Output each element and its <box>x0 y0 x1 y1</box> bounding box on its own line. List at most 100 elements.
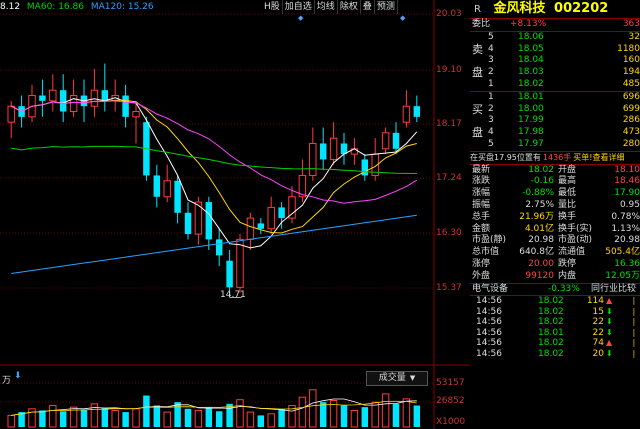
price-tick: 19.10 <box>436 65 462 75</box>
price-tick: 16.30 <box>436 228 462 238</box>
stat-label: 市盈(静) <box>472 235 507 246</box>
tick-volume: 22 <box>592 327 604 338</box>
stat-value: 640.8亿 <box>519 247 554 258</box>
candle-up <box>69 95 78 113</box>
candle-down <box>215 239 223 256</box>
toolbar-overlay[interactable]: 叠 <box>361 0 375 14</box>
buy-side-label: 买 <box>472 102 483 116</box>
candle-down <box>257 223 265 229</box>
level-volume: 280 <box>622 138 640 149</box>
toolbar-hshare[interactable]: H股 <box>262 0 283 14</box>
kline-chart[interactable] <box>0 0 470 429</box>
candle-down <box>122 95 129 117</box>
stat-value: 0.78% <box>611 211 640 222</box>
r-mark: R <box>474 4 481 15</box>
stat-value: 20.98 <box>528 235 554 246</box>
sector-name[interactable]: 电气设备 <box>472 284 508 296</box>
candle-down <box>413 106 421 117</box>
level-price: 18.04 <box>518 55 544 66</box>
level-price: 18.05 <box>518 43 544 54</box>
stat-value: 20.98 <box>614 235 640 246</box>
notice-mid: 1436手 <box>542 152 572 162</box>
level-volume: 485 <box>622 78 640 89</box>
level-index: 1 <box>488 78 494 89</box>
volume-bar-up <box>7 414 15 428</box>
volume-bar-down <box>413 405 421 427</box>
sell-level: 3 18.04 160 <box>470 55 640 67</box>
volume-bar-up <box>371 401 379 428</box>
volume-indicator-tab[interactable]: 成交量 ▼ <box>366 371 428 386</box>
toolbar-add-favorite[interactable]: 加自选 <box>283 0 315 14</box>
stat-value: 2.75% <box>525 199 554 210</box>
arrow-down-icon: ⬇ <box>606 317 613 327</box>
stat-label: 外盘 <box>472 270 491 281</box>
volume-bar-up <box>350 409 359 428</box>
tick-flag: ∣ <box>632 327 636 337</box>
candle-up <box>246 217 255 240</box>
price-tick: 17.24 <box>436 173 462 183</box>
tick-volume: 22 <box>592 317 604 328</box>
candle-down <box>174 180 181 213</box>
buy-level: 3 17.99 286 <box>470 115 640 127</box>
level-index: 3 <box>488 55 494 66</box>
volume-bar-down <box>174 402 181 427</box>
toolbar-exright[interactable]: 除权 <box>338 0 361 14</box>
candle-up <box>329 137 338 160</box>
volume-bar-down <box>143 395 150 427</box>
price-tick: 18.17 <box>436 119 462 129</box>
stat-value: 20.00 <box>528 258 554 269</box>
buy-level: 1 18.01 696 <box>470 92 640 104</box>
volume-bar-up <box>49 404 57 428</box>
stat-value: 18.02 <box>528 164 554 175</box>
arrow-up-icon: ▲ <box>606 296 613 306</box>
volume-bar-down <box>257 415 265 427</box>
peer-compare-link[interactable]: 同行业比较 <box>591 284 636 296</box>
buy-side-label: 盘 <box>472 126 483 140</box>
stat-value: 21.96万 <box>519 211 554 222</box>
candle-down <box>153 175 161 197</box>
candle-down <box>101 90 109 101</box>
volume-bar-down <box>319 402 327 427</box>
level-index: 5 <box>488 31 494 42</box>
volume-unit: 万 <box>2 376 12 386</box>
stock-name: 金风科技 <box>493 1 546 16</box>
chart-toolbar: H股 加自选 均线 除权 叠 预测 <box>262 0 398 14</box>
big-order-notice[interactable]: 在买盘17.95位置有 1436手 买单!查看详细 <box>470 150 640 164</box>
toolbar-forecast[interactable]: 预测 <box>375 0 398 14</box>
volume-bar-up <box>309 389 317 428</box>
low-price-label: 14.71 <box>220 290 246 300</box>
stat-label: 换手 <box>558 211 577 222</box>
notice-right: 买单!查看详细 <box>573 152 625 162</box>
chevron-down-icon[interactable]: ◆ <box>298 14 303 22</box>
volume-tick: 26852 <box>436 396 465 406</box>
stat-value: 0.95 <box>619 199 640 210</box>
stat-value: 4.01亿 <box>524 223 554 234</box>
tick-price: 18.02 <box>538 296 564 307</box>
sell-book: 5 18.06 32 卖 4 18.05 1180 3 18.04 160 盘 2 18.03 194 1 1… <box>470 30 640 91</box>
tick-time: 14:56 <box>476 317 502 328</box>
tick-volume: 74 <box>592 338 604 349</box>
chevron-down-icon[interactable]: ◆ <box>400 14 405 22</box>
ma60-label: MA60: 16.86 <box>26 2 84 12</box>
volume-bar-down <box>184 408 192 427</box>
stat-label: 最高 <box>558 176 577 187</box>
tick-flag: ∣ <box>632 317 636 327</box>
stat-label: 总手 <box>472 211 491 222</box>
stat-label: 涨停 <box>472 258 491 269</box>
tick-price: 18.01 <box>538 327 564 338</box>
candle-up <box>236 238 244 288</box>
tick-time: 14:56 <box>476 338 502 349</box>
buy-level: 买 2 18.00 699 <box>470 102 640 116</box>
ma120-label: MA120: 15.26 <box>90 2 154 12</box>
volume-bar-up <box>236 399 244 428</box>
toolbar-ma[interactable]: 均线 <box>315 0 338 14</box>
stat-value: 16.36 <box>614 258 640 269</box>
candle-down <box>226 260 233 288</box>
stat-row: 涨停 20.00 跌停 16.36 <box>470 259 640 271</box>
candle-up <box>90 89 99 107</box>
candle-down <box>205 202 213 240</box>
tick-row: 14:56 18.02 15 ⬇ ∣ <box>470 307 640 318</box>
volume-tick: 53157 <box>436 378 465 388</box>
candle-down <box>39 95 46 101</box>
stat-row: 市盈(静) 20.98 市盈(动) 20.98 <box>470 235 640 247</box>
